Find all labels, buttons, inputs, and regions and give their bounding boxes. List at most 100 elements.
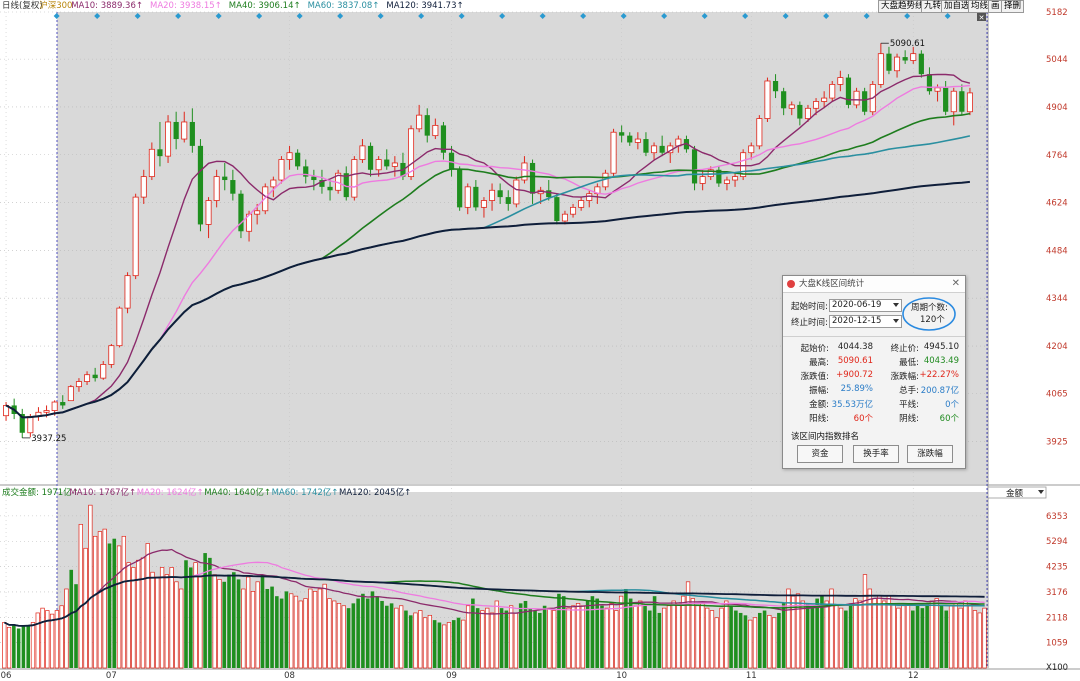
- volume-bar-up: [633, 605, 638, 669]
- volume-bar-up: [614, 610, 619, 669]
- volume-bar-down: [26, 624, 30, 668]
- candle-down: [384, 159, 390, 167]
- volume-bar-up: [217, 579, 222, 669]
- stat-value: 200.87亿: [920, 386, 959, 396]
- volume-bar-up: [399, 605, 404, 669]
- rank-by-fund-button[interactable]: 资金: [797, 445, 843, 463]
- volume-bar-up: [724, 600, 729, 669]
- end-label: 终止时间:: [791, 318, 828, 328]
- volume-bar-down: [533, 610, 537, 668]
- y-tick-label: 5044: [1046, 55, 1068, 65]
- candle-up: [51, 401, 58, 411]
- select-delete-button[interactable]: 择删: [1001, 0, 1025, 13]
- volume-bar-down: [557, 593, 561, 668]
- volume-bar-up: [289, 593, 294, 669]
- candle-down: [311, 176, 317, 181]
- volume-bar-up: [102, 528, 107, 669]
- volume-bar-up: [580, 605, 585, 669]
- candle-up: [748, 145, 755, 154]
- candle-up: [464, 186, 471, 208]
- stat-label: 总手:: [899, 386, 919, 396]
- volume-bar-down: [222, 581, 227, 668]
- candle-up: [351, 159, 358, 198]
- volume-bar-up: [121, 535, 126, 669]
- volume-bar-up: [901, 605, 906, 669]
- volume-bar-up: [662, 607, 667, 669]
- volume-bar-up: [78, 523, 83, 669]
- stat-label: 金额:: [809, 400, 829, 410]
- range-stats-dialog[interactable]: 大盘K线区间统计 ✕ 起始时间: 2020-06-19 终止时间: 2020-1…: [782, 275, 966, 469]
- candle-up: [27, 415, 34, 434]
- volume-bar-up: [829, 588, 834, 669]
- start-label: 起始时间:: [791, 302, 828, 312]
- volume-bar-down: [236, 579, 241, 668]
- volume-bar-up: [174, 581, 179, 669]
- volume-bar-up: [303, 598, 308, 669]
- candle-down: [546, 190, 552, 198]
- candle-down: [230, 180, 236, 194]
- legend-item: MA10: 3889.36↑: [71, 1, 143, 11]
- rank-by-change-button[interactable]: 涨跌幅: [907, 445, 953, 463]
- volume-bar-up: [752, 617, 758, 669]
- volume-bar-up: [2, 622, 7, 669]
- volume-bar-up: [666, 605, 672, 669]
- candle-up: [375, 159, 382, 171]
- candle-up: [732, 176, 739, 181]
- volume-bar-down: [375, 596, 380, 668]
- candle-down: [92, 374, 98, 379]
- candle-up: [651, 145, 658, 154]
- volume-bar-up: [255, 581, 260, 669]
- volume-legend-item: MA20: 1624亿↑: [137, 487, 204, 498]
- volume-bar-up: [92, 535, 98, 669]
- candle-down: [529, 162, 536, 194]
- dialog-title-bar[interactable]: 大盘K线区间统计 ✕: [783, 276, 965, 293]
- volume-bar-up: [332, 600, 337, 669]
- stat-label: 平线:: [899, 400, 919, 410]
- volume-bar-up: [97, 531, 103, 669]
- volume-bar-up: [972, 610, 978, 669]
- candle-up: [699, 176, 706, 184]
- volume-tick-label: 3176: [1046, 588, 1068, 598]
- app-logo-icon: [787, 280, 795, 288]
- volume-bar-up: [767, 614, 772, 669]
- candle-up: [813, 101, 820, 109]
- x-tick-label: 06: [1, 671, 12, 681]
- candle-up: [391, 162, 398, 167]
- candle-up: [837, 77, 844, 85]
- volume-bar-down: [657, 612, 662, 668]
- trend-line-button[interactable]: 大盘趋势线: [878, 0, 927, 13]
- volume-bar-up: [308, 588, 313, 669]
- candle-up: [821, 97, 828, 102]
- volume-bar-up: [681, 595, 686, 669]
- volume-bar-up: [336, 603, 342, 669]
- close-icon[interactable]: ✕: [952, 276, 960, 292]
- x-tick-label: 07: [106, 671, 117, 681]
- legend-item: 沪深300: [39, 0, 72, 11]
- y-tick-label: 5182: [1046, 8, 1068, 18]
- volume-bar-up: [59, 605, 64, 669]
- candle-up: [140, 176, 147, 198]
- start-date-select[interactable]: 2020-06-19: [829, 299, 902, 312]
- volume-bar-down: [404, 610, 408, 668]
- volume-bar-up: [891, 603, 896, 669]
- stat-value: 35.53万亿: [831, 400, 873, 410]
- volume-bar-up: [394, 607, 399, 669]
- volume-bar-up: [638, 600, 643, 669]
- volume-bar-up: [676, 603, 681, 669]
- candle-up: [756, 118, 763, 147]
- volume-bar-down: [265, 588, 270, 668]
- candle-down: [173, 121, 179, 140]
- candle-down: [781, 91, 787, 109]
- volume-bar-down: [279, 598, 284, 668]
- candle-up: [124, 275, 131, 309]
- end-date-select[interactable]: 2020-12-15: [829, 315, 902, 328]
- volume-bar-up: [465, 605, 471, 669]
- close-panel-icon-glyph: ✕: [979, 14, 985, 22]
- volume-bar-up: [241, 588, 246, 669]
- volume-bar-down: [208, 557, 212, 668]
- candle-down: [886, 53, 892, 71]
- candle-up: [586, 193, 593, 201]
- rank-by-turnover-button[interactable]: 换手率: [853, 445, 899, 463]
- volume-bar-up: [881, 600, 887, 669]
- volume-bar-up: [705, 607, 710, 669]
